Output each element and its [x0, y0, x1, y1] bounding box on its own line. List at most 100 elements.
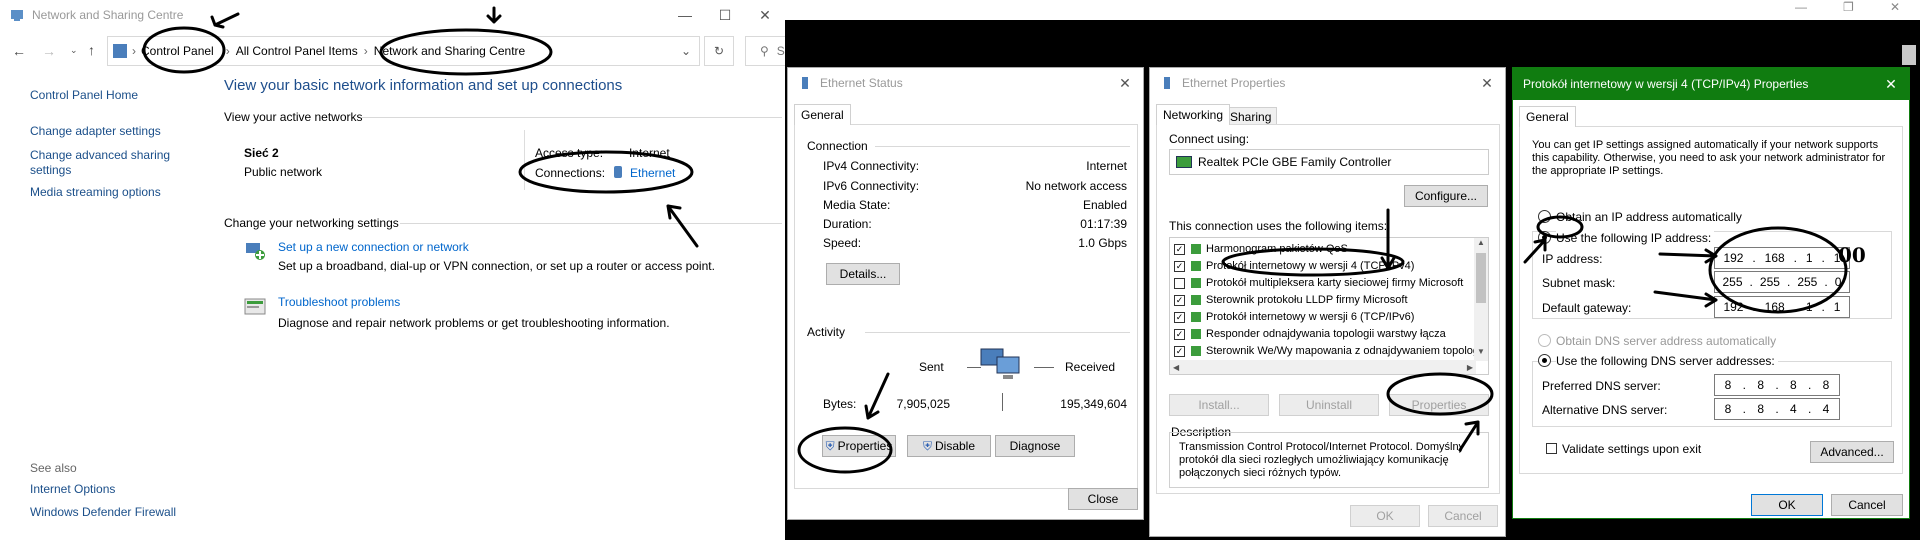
- protocol-item-checkbox[interactable]: ✓: [1174, 328, 1185, 340]
- preferred-dns-input[interactable]: 8.8.8.8: [1714, 374, 1840, 396]
- protocol-item-checkbox[interactable]: ✓: [1174, 345, 1185, 357]
- setup-new-connection-link[interactable]: Set up a new connection or network: [278, 240, 469, 254]
- protocol-icon: [1191, 244, 1201, 254]
- properties-close-icon[interactable]: ✕: [1467, 68, 1505, 98]
- protocol-item-checkbox[interactable]: ✓: [1174, 294, 1185, 306]
- background-restore-button[interactable]: ❐: [1843, 0, 1854, 14]
- protocol-item-checkbox[interactable]: ✓: [1174, 260, 1185, 272]
- scroll-down-icon[interactable]: ▼: [1474, 347, 1488, 361]
- validate-label[interactable]: Validate settings upon exit: [1562, 442, 1701, 456]
- subnet-mask-input[interactable]: 255. 255. 255. 0: [1714, 271, 1850, 293]
- status-properties-button[interactable]: ⛨ Properties: [822, 435, 896, 457]
- sidebar-media-streaming[interactable]: Media streaming options: [30, 185, 161, 199]
- scroll-up-icon[interactable]: ▲: [1474, 238, 1488, 252]
- items-hscrollbar[interactable]: ◀ ▶: [1170, 360, 1476, 374]
- properties-cancel-button[interactable]: Cancel: [1428, 505, 1498, 527]
- media-state-label: Media State:: [823, 198, 891, 212]
- protocol-item-label: Protokół multipleksera karty sieciowej f…: [1206, 277, 1464, 289]
- details-button[interactable]: Details...: [826, 263, 900, 285]
- sidebar-control-panel-home[interactable]: Control Panel Home: [30, 88, 138, 102]
- see-also-firewall[interactable]: Windows Defender Firewall: [30, 505, 176, 519]
- address-dropdown-icon[interactable]: ⌄: [681, 44, 691, 58]
- ip-address-input[interactable]: 192. 168. 1. 1: [1714, 247, 1850, 269]
- recent-dropdown-icon[interactable]: ⌄: [70, 45, 78, 56]
- shield-icon: ⛨: [922, 438, 932, 453]
- protocol-item[interactable]: ✓ Harmonogram pakietów QoS: [1174, 241, 1348, 257]
- disable-button[interactable]: ⛨ Disable: [907, 435, 991, 457]
- ipv4-ok-button[interactable]: OK: [1751, 494, 1823, 516]
- items-list[interactable]: ✓ Harmonogram pakietów QoS ✓ Protokół inter…: [1169, 237, 1489, 375]
- protocol-item[interactable]: ✓ Sterownik protokołu LLDP firmy Microsof…: [1174, 292, 1408, 308]
- install-button[interactable]: Install...: [1169, 394, 1269, 416]
- manual-dns-label[interactable]: Use the following DNS server addresses:: [1556, 354, 1778, 368]
- ipv4-close-icon[interactable]: ✕: [1871, 68, 1909, 100]
- see-also-internet-options[interactable]: Internet Options: [30, 482, 115, 496]
- search-input[interactable]: ⚲ Search Control Panel: [745, 36, 785, 66]
- status-tab-general[interactable]: General: [794, 104, 851, 125]
- auto-dns-radio[interactable]: [1538, 334, 1551, 347]
- search-icon: ⚲: [760, 44, 769, 58]
- protocol-item-checkbox[interactable]: [1174, 277, 1185, 289]
- status-close-icon[interactable]: ✕: [1105, 68, 1143, 98]
- protocol-item-checkbox[interactable]: ✓: [1174, 243, 1185, 255]
- pdns-octet-2: 8: [1757, 378, 1764, 392]
- gateway-label: Default gateway:: [1542, 301, 1632, 315]
- manual-ip-radio[interactable]: [1538, 231, 1551, 244]
- alt-dns-input[interactable]: 8.8.4.4: [1714, 398, 1840, 420]
- manual-dns-radio[interactable]: [1538, 354, 1551, 367]
- back-icon[interactable]: ←: [12, 43, 26, 59]
- setup-new-connection-desc: Set up a broadband, dial-up or VPN conne…: [278, 259, 715, 273]
- forward-icon[interactable]: →: [42, 43, 56, 59]
- protocol-item[interactable]: Protokół multipleksera karty sieciowej f…: [1174, 275, 1463, 291]
- configure-button[interactable]: Configure...: [1404, 185, 1488, 207]
- background-window-strip: [785, 0, 1920, 20]
- items-scrollbar[interactable]: ▲ ▼: [1474, 238, 1488, 361]
- minimize-button[interactable]: —: [665, 0, 705, 30]
- background-scrollbar[interactable]: [1902, 45, 1916, 65]
- maximize-button[interactable]: ☐: [705, 0, 745, 30]
- received-label: Received: [1065, 360, 1116, 374]
- protocol-item[interactable]: ✓ Responder odnajdywania topologii warstw…: [1174, 326, 1446, 342]
- sidebar-change-advanced-sharing[interactable]: Change advanced sharing settings: [30, 148, 190, 178]
- breadcrumb-control-panel[interactable]: Control Panel: [141, 44, 214, 58]
- up-icon[interactable]: ↑: [88, 42, 95, 58]
- breadcrumb-network-centre[interactable]: Network and Sharing Centre: [374, 44, 525, 58]
- bytes-received-value: 195,349,604: [1060, 397, 1127, 411]
- mask-octet-4: 0: [1834, 275, 1842, 289]
- protocol-item-checkbox[interactable]: ✓: [1174, 311, 1185, 323]
- close-button[interactable]: ✕: [745, 0, 785, 30]
- protocol-item[interactable]: ✓ Protokół internetowy w wersji 6 (TCP/IP…: [1174, 309, 1414, 325]
- breadcrumb-all-items[interactable]: All Control Panel Items: [236, 44, 358, 58]
- gateway-input[interactable]: 192. 168. 1. 1: [1714, 296, 1850, 318]
- diagnose-button[interactable]: Diagnose: [995, 435, 1075, 457]
- protocol-item[interactable]: ✓ Sterownik We/Wy mapowania z odnajdywani…: [1174, 343, 1484, 359]
- auto-ip-label[interactable]: Obtain an IP address automatically: [1556, 210, 1742, 224]
- adns-octet-1: 8: [1724, 402, 1732, 416]
- ethernet-icon: [798, 76, 812, 90]
- scroll-right-icon[interactable]: ▶: [1467, 363, 1473, 372]
- address-bar[interactable]: › Control Panel › All Control Panel Item…: [107, 36, 700, 66]
- manual-ip-label[interactable]: Use the following IP address:: [1556, 231, 1715, 245]
- ipv4-cancel-button[interactable]: Cancel: [1831, 494, 1903, 516]
- background-minimize-button[interactable]: —: [1795, 0, 1807, 14]
- advanced-button[interactable]: Advanced...: [1810, 441, 1894, 463]
- auto-dns-label[interactable]: Obtain DNS server address automatically: [1556, 334, 1776, 348]
- protocol-item[interactable]: ✓ Protokół internetowy w wersji 4 (TCP/IP…: [1174, 258, 1414, 274]
- validate-checkbox[interactable]: [1546, 443, 1557, 454]
- pdns-octet-3: 8: [1789, 378, 1797, 392]
- alt-dns-label: Alternative DNS server:: [1542, 403, 1668, 417]
- ethernet-connection-link[interactable]: Ethernet: [630, 166, 675, 180]
- sidebar-change-adapter[interactable]: Change adapter settings: [30, 124, 161, 138]
- auto-ip-radio[interactable]: [1538, 210, 1551, 223]
- item-properties-button[interactable]: Properties: [1389, 394, 1489, 416]
- scroll-left-icon[interactable]: ◀: [1173, 363, 1179, 372]
- tab-networking[interactable]: Networking: [1156, 104, 1231, 125]
- scroll-thumb[interactable]: [1476, 253, 1486, 303]
- background-close-button[interactable]: ✕: [1890, 0, 1900, 14]
- ipv4-tab-general[interactable]: General: [1519, 106, 1576, 127]
- troubleshoot-link[interactable]: Troubleshoot problems: [278, 295, 400, 309]
- uninstall-button[interactable]: Uninstall: [1279, 394, 1379, 416]
- status-close-button[interactable]: Close: [1068, 488, 1138, 510]
- properties-ok-button[interactable]: OK: [1350, 505, 1420, 527]
- refresh-icon[interactable]: ↻: [704, 36, 734, 66]
